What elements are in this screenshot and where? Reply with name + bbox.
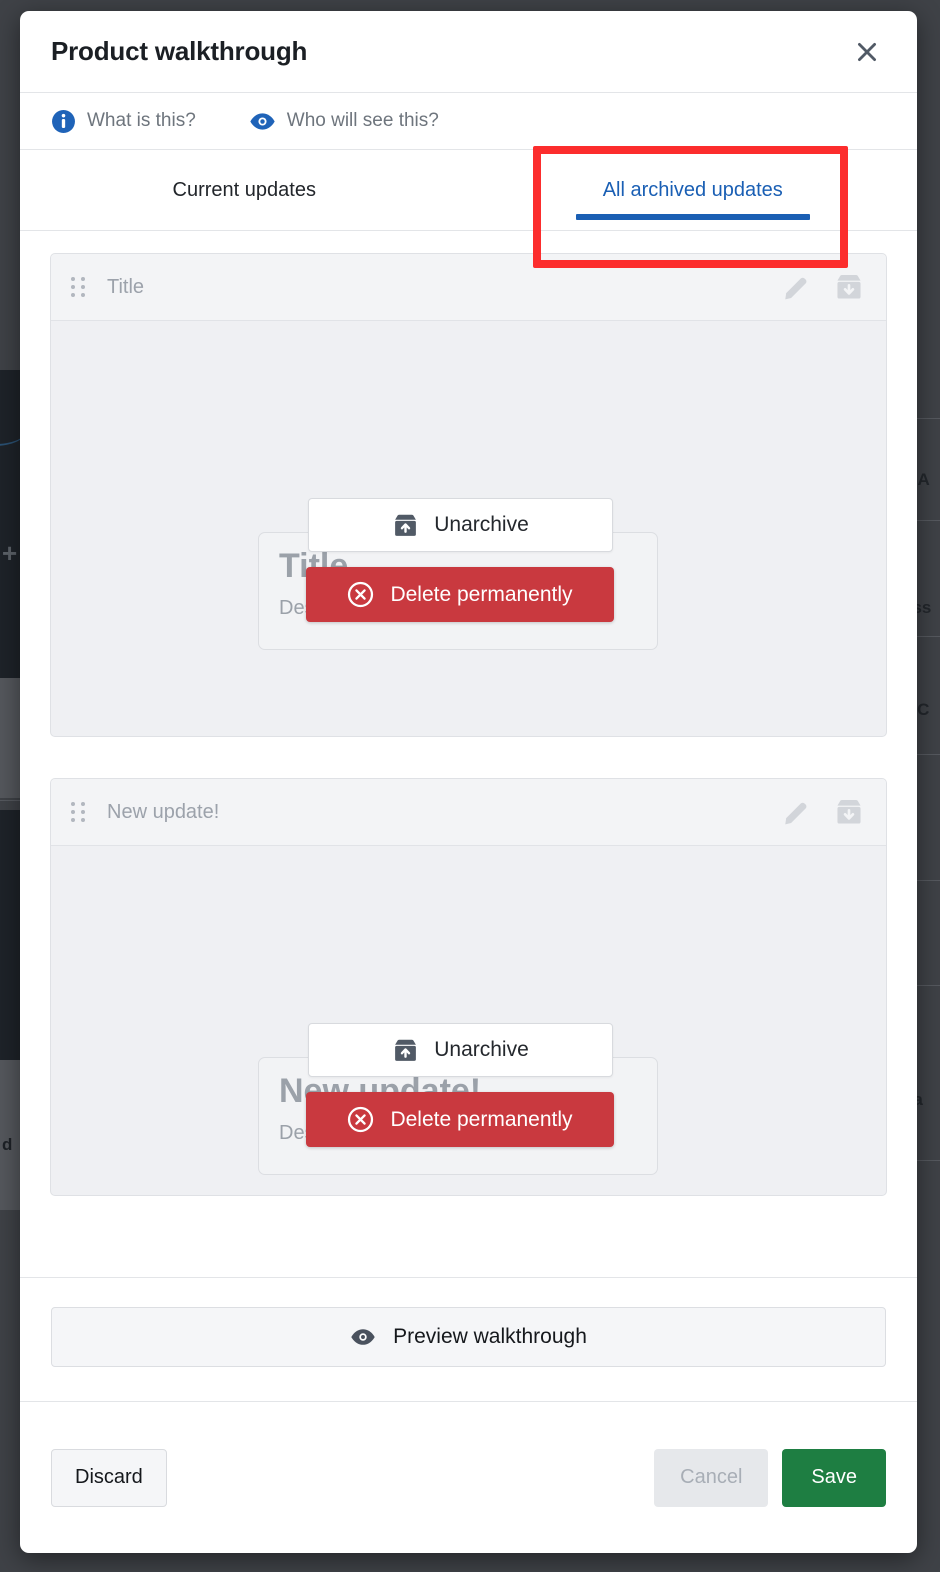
updates-scroll-area[interactable]: Title Title Unarchive Delete permanently…: [20, 231, 917, 1277]
pencil-icon: [785, 277, 807, 300]
tab-current-updates[interactable]: Current updates: [20, 150, 469, 230]
tab-current-updates-label: Current updates: [172, 178, 316, 201]
unarchive-label: Unarchive: [434, 1038, 529, 1061]
drag-handle-icon[interactable]: [71, 277, 86, 297]
tab-all-archived-updates[interactable]: All archived updates: [469, 150, 918, 230]
edit-button[interactable]: [782, 273, 810, 301]
circle-x-icon: [348, 581, 374, 608]
archive-up-icon: [395, 1039, 417, 1061]
card-title: New update!: [107, 800, 220, 823]
delete-permanently-label: Delete permanently: [390, 1107, 573, 1131]
eye-icon: [250, 112, 275, 130]
archive-down-icon: [837, 274, 861, 299]
who-will-see-this-link[interactable]: Who will see this?: [249, 109, 439, 134]
eye-icon: [351, 1329, 375, 1345]
product-walkthrough-modal: Product walkthrough What is this? Who wi…: [20, 11, 917, 1553]
delete-permanently-button[interactable]: Delete permanently: [306, 1092, 614, 1147]
backdrop-block: [0, 640, 22, 678]
what-is-this-label: What is this?: [87, 110, 196, 131]
plus-icon: +: [2, 538, 18, 568]
cancel-button[interactable]: Cancel: [654, 1448, 769, 1507]
who-will-see-this-label: Who will see this?: [286, 110, 439, 131]
edit-button[interactable]: [782, 798, 810, 826]
unarchive-button[interactable]: Unarchive: [308, 1023, 613, 1077]
circle-x-icon: [348, 1106, 374, 1133]
tab-all-archived-updates-label: All archived updates: [602, 178, 783, 201]
card-body: Title Description Unarchive: [51, 321, 886, 736]
close-button[interactable]: [847, 32, 887, 72]
unarchive-button[interactable]: Unarchive: [308, 498, 613, 552]
save-button[interactable]: Save: [782, 1448, 886, 1507]
archive-up-icon: [395, 514, 417, 536]
archived-update-card: New update! New update! Unarchive Delete…: [50, 778, 887, 1196]
pencil-icon: [785, 802, 807, 825]
archive-button[interactable]: [834, 797, 864, 827]
backdrop-text: d: [2, 1135, 13, 1154]
archive-down-icon: [837, 799, 861, 824]
discard-button[interactable]: Discard: [51, 1448, 167, 1507]
modal-footer: Discard Cancel Save: [20, 1401, 917, 1553]
preview-walkthrough-label: Preview walkthrough: [393, 1325, 587, 1348]
backdrop-divider: [0, 800, 22, 801]
backdrop-block: [0, 370, 22, 530]
close-icon: [858, 42, 876, 61]
tab-bar: Current updates All archived updates: [20, 150, 917, 231]
footer-right-actions: Cancel Save: [654, 1448, 886, 1507]
tab-active-indicator: [575, 214, 810, 220]
preview-walkthrough-button[interactable]: Preview walkthrough: [51, 1307, 886, 1367]
drag-handle-icon[interactable]: [71, 802, 86, 822]
archived-update-card: Title Title Unarchive Delete permanently: [50, 253, 887, 737]
info-bar: What is this? Who will see this?: [20, 93, 917, 150]
backdrop-block: [0, 810, 22, 1060]
backdrop-block: [0, 678, 22, 798]
card-title: Title: [107, 275, 145, 298]
card-body: New update! Description Unarchive: [51, 846, 886, 1195]
unarchive-label: Unarchive: [434, 513, 529, 536]
card-header: Title: [51, 254, 886, 321]
what-is-this-link[interactable]: What is this?: [51, 109, 196, 134]
archive-button[interactable]: [834, 272, 864, 302]
info-circle-icon: [52, 109, 75, 133]
card-header-actions: [782, 797, 864, 827]
preview-zone: Preview walkthrough: [20, 1277, 917, 1401]
modal-header: Product walkthrough: [20, 11, 917, 93]
archived-updates-list: Title Title Unarchive Delete permanently…: [20, 231, 917, 1196]
card-header-actions: [782, 272, 864, 302]
card-header: New update!: [51, 779, 886, 846]
delete-permanently-label: Delete permanently: [390, 582, 573, 606]
page-title: Product walkthrough: [51, 36, 308, 66]
delete-permanently-button[interactable]: Delete permanently: [306, 567, 614, 622]
